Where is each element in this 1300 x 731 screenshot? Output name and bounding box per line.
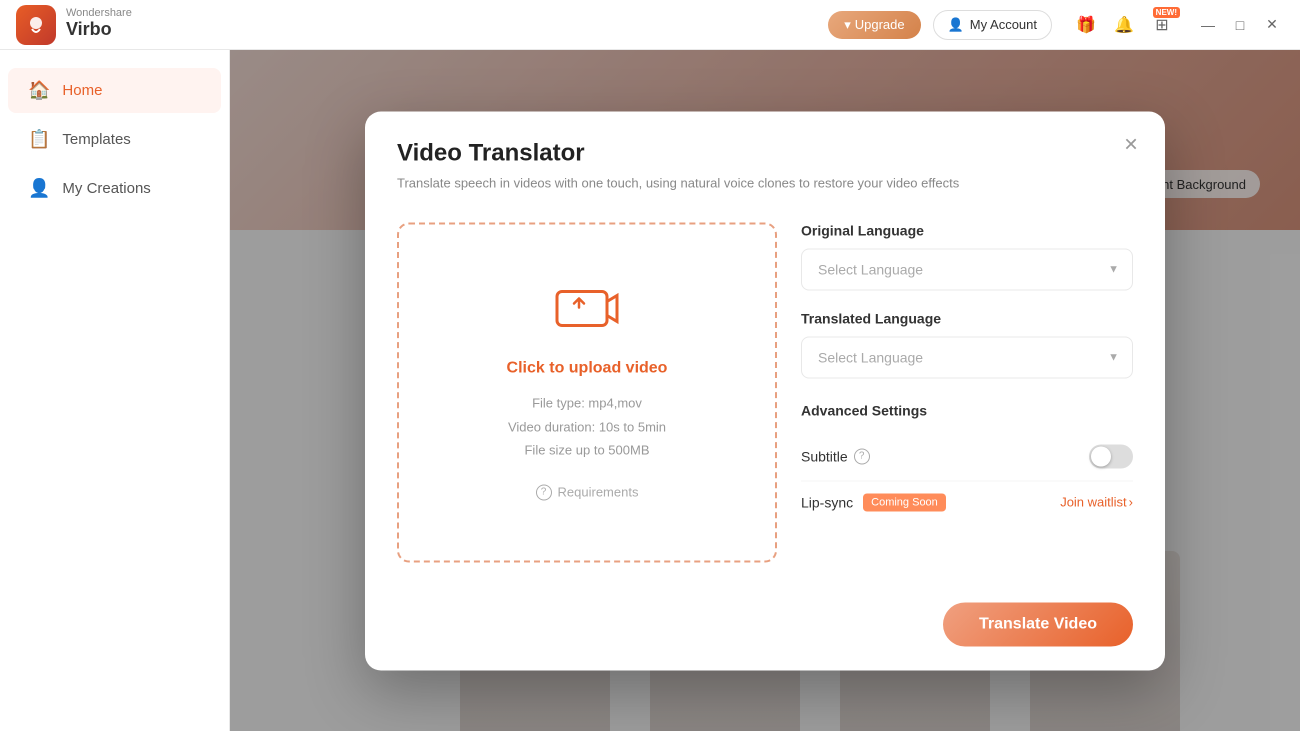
content-area: 🧑 ransparent Background Video Translator… bbox=[230, 50, 1300, 731]
logo-brand: Wondershare bbox=[66, 8, 132, 19]
chevron-right-icon: › bbox=[1129, 495, 1133, 510]
original-language-section: Original Language Select Language bbox=[801, 222, 1133, 290]
sidebar-item-my-creations[interactable]: 👤 My Creations bbox=[8, 166, 221, 211]
home-icon: 🏠 bbox=[28, 80, 50, 101]
requirements-link[interactable]: ? Requirements bbox=[536, 484, 639, 500]
app-logo-icon bbox=[16, 5, 56, 45]
minimize-button[interactable]: — bbox=[1196, 13, 1220, 37]
sidebar-item-label-templates: Templates bbox=[62, 131, 130, 148]
modal-body: Click to upload video File type: mp4,mov… bbox=[365, 206, 1165, 586]
video-translator-modal: Video Translator Translate speech in vid… bbox=[365, 111, 1165, 670]
settings-panel: Original Language Select Language Transl… bbox=[801, 222, 1133, 562]
logo-text: Wondershare Virbo bbox=[66, 8, 132, 41]
join-waitlist-link[interactable]: Join waitlist › bbox=[1060, 495, 1133, 510]
subtitle-info-icon[interactable]: ? bbox=[854, 448, 870, 464]
logo-product: Virbo bbox=[66, 19, 132, 41]
lip-sync-label: Lip-sync bbox=[801, 494, 853, 510]
bell-icon[interactable]: 🔔 bbox=[1110, 11, 1138, 39]
upgrade-icon: ▾ bbox=[844, 17, 851, 33]
title-bar-icons: 🎁 🔔 ⊞ NEW! bbox=[1072, 11, 1176, 39]
file-type-info: File type: mp4,mov bbox=[508, 392, 666, 415]
title-bar: Wondershare Virbo ▾ Upgrade 👤 My Account… bbox=[0, 0, 1300, 50]
modal-footer: Translate Video bbox=[365, 586, 1165, 670]
translate-video-button[interactable]: Translate Video bbox=[943, 602, 1133, 646]
requirements-icon: ? bbox=[536, 484, 552, 500]
upload-video-icon bbox=[555, 284, 619, 346]
maximize-button[interactable]: □ bbox=[1228, 13, 1252, 37]
sidebar-item-templates[interactable]: 📋 Templates bbox=[8, 117, 221, 162]
advanced-settings-label: Advanced Settings bbox=[801, 402, 1133, 418]
logo-area: Wondershare Virbo bbox=[16, 5, 132, 45]
translated-language-dropdown-wrapper: Select Language bbox=[801, 336, 1133, 378]
modal-title: Video Translator bbox=[397, 139, 1133, 167]
subtitle-label-group: Subtitle ? bbox=[801, 448, 870, 464]
sidebar-item-label-home: Home bbox=[62, 82, 102, 99]
window-controls: — □ ✕ bbox=[1196, 13, 1284, 37]
my-account-button[interactable]: 👤 My Account bbox=[933, 10, 1052, 40]
new-badge: NEW! bbox=[1153, 7, 1180, 18]
original-language-select[interactable]: Select Language bbox=[801, 248, 1133, 290]
subtitle-toggle[interactable] bbox=[1089, 444, 1133, 468]
upload-area[interactable]: Click to upload video File type: mp4,mov… bbox=[397, 222, 777, 562]
main-layout: 🏠 Home 📋 Templates 👤 My Creations bbox=[0, 50, 1300, 731]
modal-close-button[interactable]: ✕ bbox=[1117, 131, 1145, 159]
sidebar-item-label-my-creations: My Creations bbox=[62, 180, 150, 197]
original-language-dropdown-wrapper: Select Language bbox=[801, 248, 1133, 290]
upgrade-button[interactable]: ▾ Upgrade bbox=[828, 11, 920, 39]
subtitle-row: Subtitle ? bbox=[801, 432, 1133, 481]
translated-language-section: Translated Language Select Language bbox=[801, 310, 1133, 378]
sidebar-item-home[interactable]: 🏠 Home bbox=[8, 68, 221, 113]
duration-info: Video duration: 10s to 5min bbox=[508, 415, 666, 438]
lip-sync-row: Lip-sync Coming Soon Join waitlist › bbox=[801, 481, 1133, 523]
gift-icon[interactable]: 🎁 bbox=[1072, 11, 1100, 39]
modal-header: Video Translator Translate speech in vid… bbox=[365, 111, 1165, 206]
sidebar: 🏠 Home 📋 Templates 👤 My Creations bbox=[0, 50, 230, 731]
upload-info: File type: mp4,mov Video duration: 10s t… bbox=[508, 392, 666, 462]
templates-icon: 📋 bbox=[28, 129, 50, 150]
modal-subtitle: Translate speech in videos with one touc… bbox=[397, 175, 1133, 190]
my-creations-icon: 👤 bbox=[28, 178, 50, 199]
app-window: Wondershare Virbo ▾ Upgrade 👤 My Account… bbox=[0, 0, 1300, 731]
subtitle-label: Subtitle bbox=[801, 448, 848, 464]
coming-soon-badge: Coming Soon bbox=[863, 493, 946, 511]
title-bar-actions: ▾ Upgrade 👤 My Account 🎁 🔔 ⊞ NEW! bbox=[828, 10, 1284, 40]
account-icon: 👤 bbox=[948, 17, 964, 33]
close-window-button[interactable]: ✕ bbox=[1260, 13, 1284, 37]
file-size-info: File size up to 500MB bbox=[508, 439, 666, 462]
original-language-label: Original Language bbox=[801, 222, 1133, 238]
translated-language-label: Translated Language bbox=[801, 310, 1133, 326]
apps-grid-icon[interactable]: ⊞ NEW! bbox=[1148, 11, 1176, 39]
advanced-settings-section: Advanced Settings Subtitle ? bbox=[801, 402, 1133, 523]
translated-language-select[interactable]: Select Language bbox=[801, 336, 1133, 378]
upload-click-label: Click to upload video bbox=[507, 360, 668, 378]
